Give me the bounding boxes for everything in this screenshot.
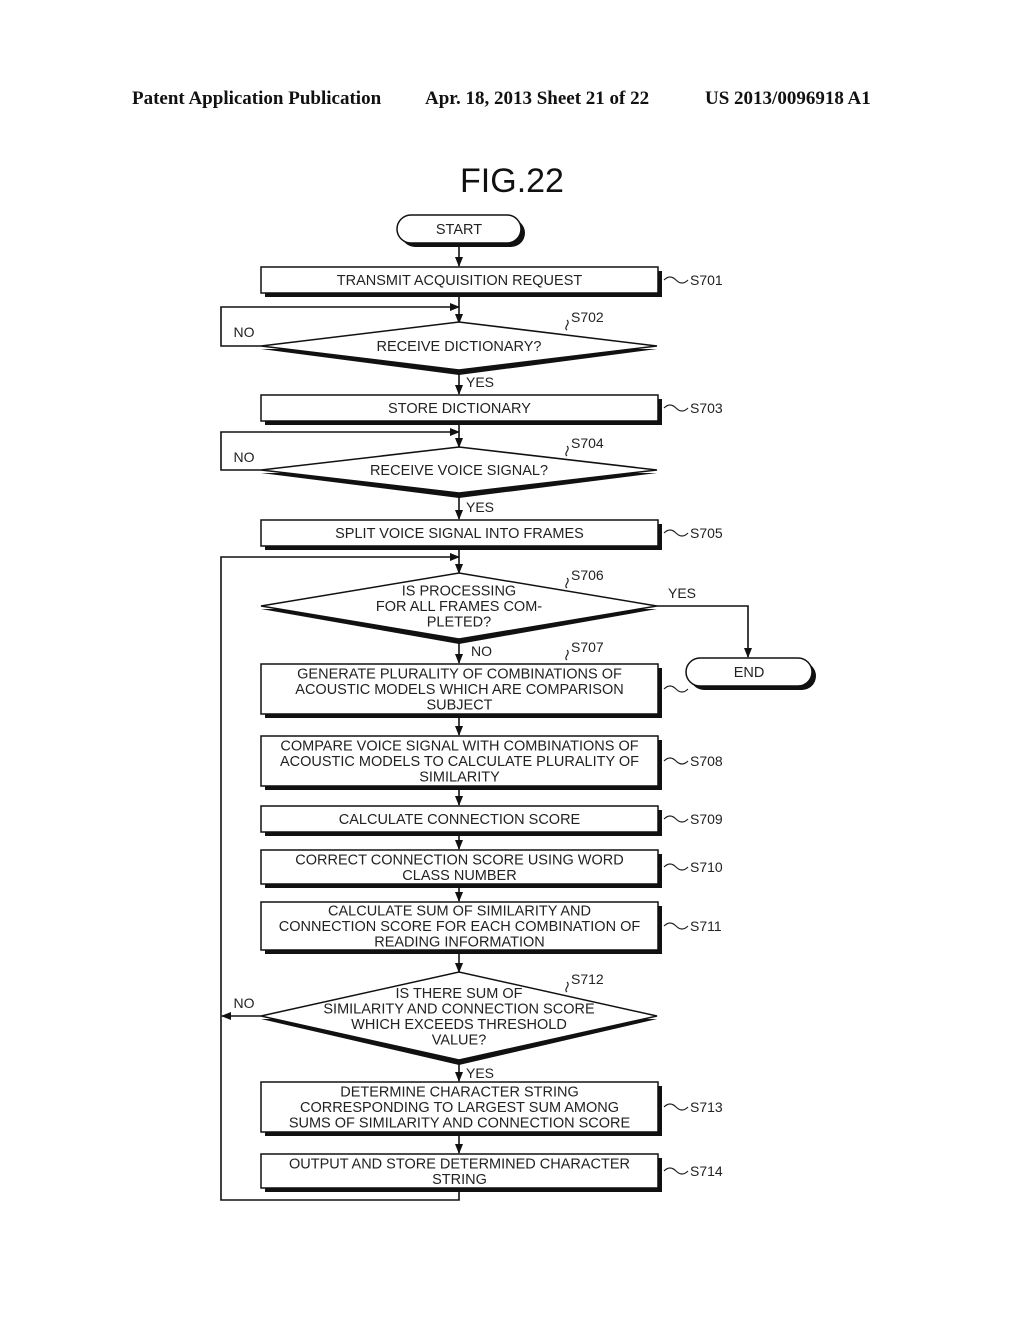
step-leader bbox=[663, 922, 689, 930]
step-leader bbox=[663, 529, 689, 537]
step-leader bbox=[565, 577, 569, 589]
step-id-s705: S705 bbox=[690, 525, 723, 541]
yes-branch-s706 bbox=[657, 605, 752, 658]
decision-s712-text: WHICH EXCEEDS THRESHOLD bbox=[351, 1017, 567, 1033]
decision-s706-text: PLETED? bbox=[427, 615, 491, 631]
process-s714-text: STRING bbox=[432, 1172, 487, 1188]
start-terminal-label: START bbox=[436, 222, 482, 238]
process-s708-text: SIMILARITY bbox=[419, 770, 500, 786]
flowchart: START TRANSMIT ACQUISITION REQUEST S701 REC… bbox=[220, 214, 816, 1201]
step-leader bbox=[565, 445, 569, 457]
process-s707-text: GENERATE PLURALITY OF COMBINATIONS OF bbox=[297, 667, 622, 683]
process-s707-text: SUBJECT bbox=[426, 698, 492, 714]
process-s711-text: CONNECTION SCORE FOR EACH COMBINATION OF bbox=[279, 919, 641, 935]
process-s705-text: SPLIT VOICE SIGNAL INTO FRAMES bbox=[335, 526, 584, 542]
no-label-s704: NO bbox=[234, 449, 255, 465]
process-s710-text: CORRECT CONNECTION SCORE USING WORD bbox=[295, 852, 623, 868]
process-s709-text: CALCULATE CONNECTION SCORE bbox=[339, 812, 581, 828]
decision-s706-text: IS PROCESSING bbox=[402, 584, 516, 600]
no-label-s706: NO bbox=[471, 643, 492, 659]
decision-s704-text: RECEIVE VOICE SIGNAL? bbox=[370, 463, 548, 479]
end-terminal-label: END bbox=[734, 665, 765, 681]
step-id-s706: S706 bbox=[571, 567, 604, 583]
step-leader bbox=[663, 863, 689, 871]
step-leader bbox=[565, 649, 569, 661]
yes-label-s702: YES bbox=[466, 374, 494, 390]
step-id-s712: S712 bbox=[571, 971, 604, 987]
step-leader bbox=[565, 981, 569, 993]
yes-label-s712: YES bbox=[466, 1065, 494, 1081]
decision-s712-text: IS THERE SUM OF bbox=[395, 986, 522, 1002]
step-id-s713: S713 bbox=[690, 1099, 723, 1115]
step-leader bbox=[565, 319, 569, 331]
step-id-s702: S702 bbox=[571, 309, 604, 325]
step-leader bbox=[663, 685, 689, 693]
step-id-s704: S704 bbox=[571, 435, 604, 451]
step-id-s708: S708 bbox=[690, 753, 723, 769]
process-s710-text: CLASS NUMBER bbox=[402, 868, 516, 884]
step-id-s714: S714 bbox=[690, 1163, 723, 1179]
process-s713-text: DETERMINE CHARACTER STRING bbox=[340, 1085, 578, 1101]
step-id-s711: S711 bbox=[690, 918, 722, 934]
yes-label-s706: YES bbox=[668, 585, 696, 601]
yes-label-s704: YES bbox=[466, 499, 494, 515]
step-id-s709: S709 bbox=[690, 811, 723, 827]
process-s708-text: ACOUSTIC MODELS TO CALCULATE PLURALITY O… bbox=[280, 754, 639, 770]
no-label-s712: NO bbox=[234, 995, 255, 1011]
process-s701-text: TRANSMIT ACQUISITION REQUEST bbox=[337, 273, 583, 289]
step-id-s703: S703 bbox=[690, 400, 723, 416]
process-s703-text: STORE DICTIONARY bbox=[388, 401, 531, 417]
process-s708-text: COMPARE VOICE SIGNAL WITH COMBINATIONS O… bbox=[280, 739, 638, 755]
step-leader bbox=[663, 815, 689, 823]
no-label-s702: NO bbox=[234, 324, 255, 340]
process-s711-text: CALCULATE SUM OF SIMILARITY AND bbox=[328, 904, 591, 920]
step-leader bbox=[663, 276, 689, 284]
step-id-s710: S710 bbox=[690, 859, 723, 875]
process-s707-text: ACOUSTIC MODELS WHICH ARE COMPARISON bbox=[295, 682, 623, 698]
step-leader bbox=[663, 1167, 689, 1175]
step-id-s701: S701 bbox=[690, 272, 723, 288]
step-id-s707: S707 bbox=[571, 639, 604, 655]
process-s714-text: OUTPUT AND STORE DETERMINED CHARACTER bbox=[289, 1156, 630, 1172]
process-s713-text: CORRESPONDING TO LARGEST SUM AMONG bbox=[300, 1100, 619, 1116]
process-s711-text: READING INFORMATION bbox=[374, 935, 545, 951]
step-leader bbox=[663, 404, 689, 412]
decision-s712-text: VALUE? bbox=[432, 1032, 487, 1048]
decision-s712-text: SIMILARITY AND CONNECTION SCORE bbox=[323, 1001, 595, 1017]
step-leader bbox=[663, 1103, 689, 1111]
step-leader bbox=[663, 757, 689, 765]
process-s713-text: SUMS OF SIMILARITY AND CONNECTION SCORE bbox=[289, 1116, 631, 1132]
decision-s702-text: RECEIVE DICTIONARY? bbox=[377, 339, 542, 355]
decision-s706-text: FOR ALL FRAMES COM- bbox=[376, 599, 542, 615]
